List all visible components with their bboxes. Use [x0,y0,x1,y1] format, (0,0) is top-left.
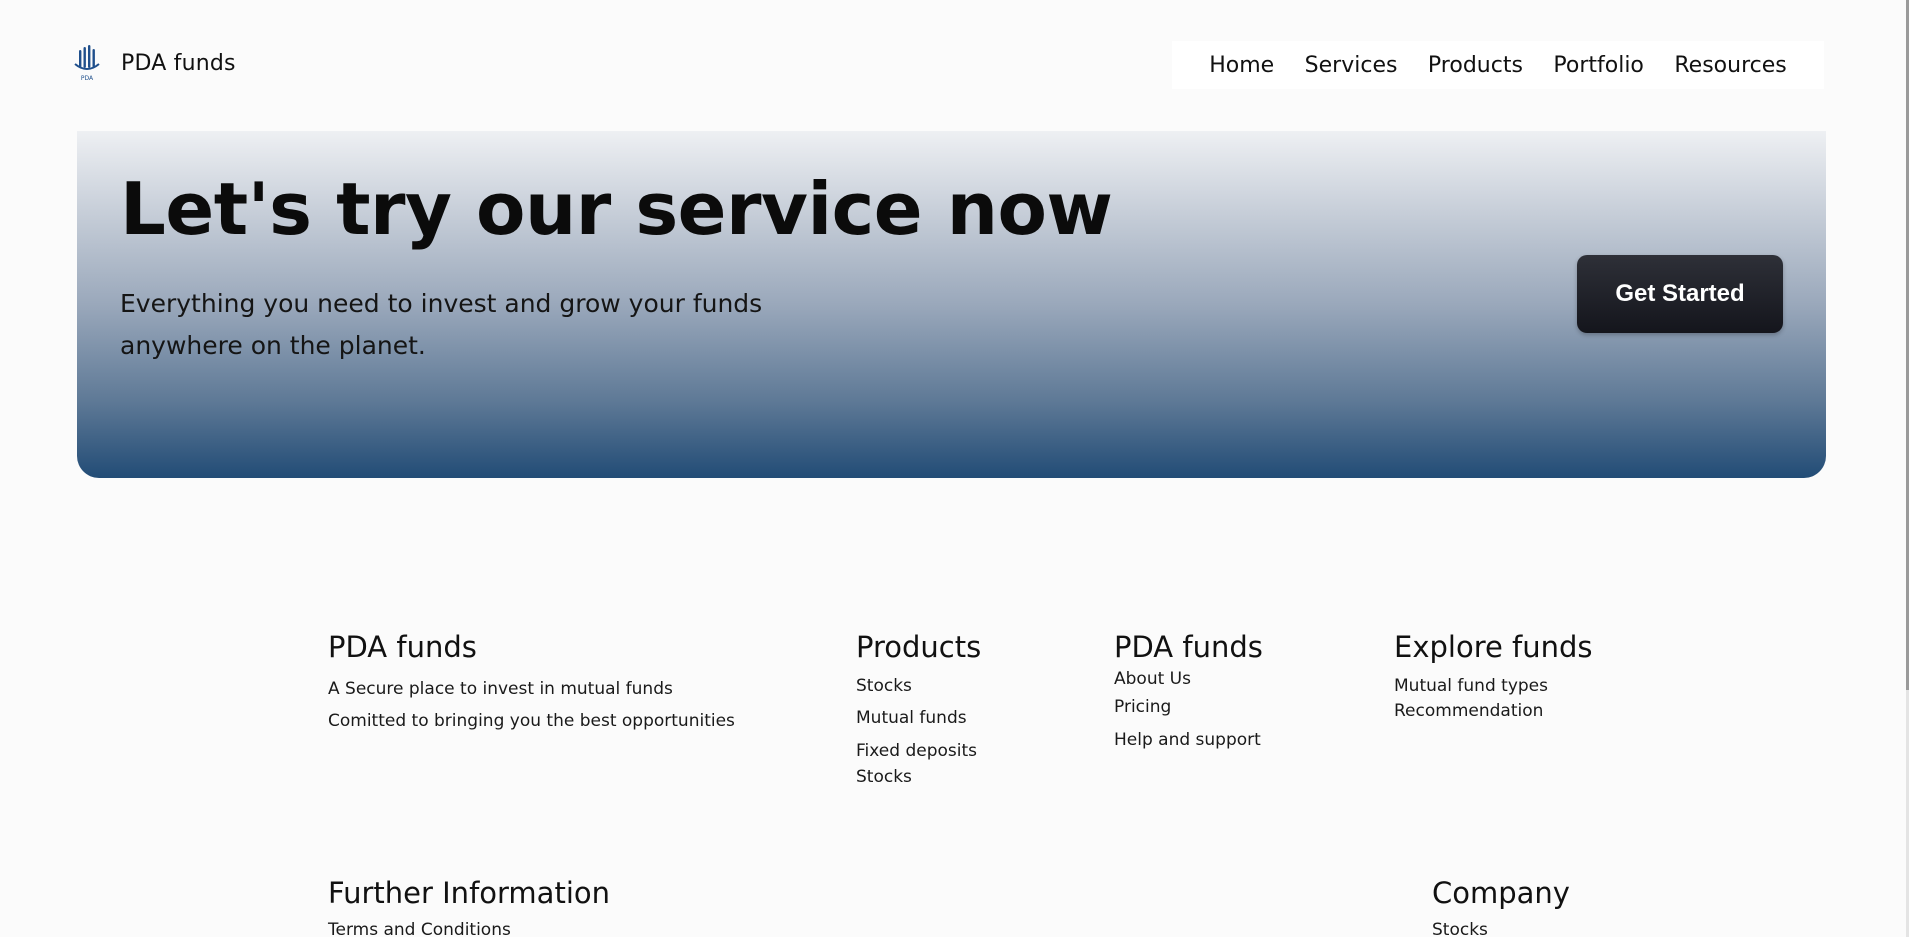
footer-products: Products Stocks Mutual funds Fixed depos… [856,630,982,787]
hero-subtitle-line2: anywhere on the planet. [120,331,426,360]
footer-link-stocks-2[interactable]: Stocks [856,767,912,787]
nav-home[interactable]: Home [1209,53,1274,78]
footer-link-mutual-funds[interactable]: Mutual funds [856,708,967,728]
footer-link-fixed-deposits[interactable]: Fixed deposits [856,741,977,761]
footer-explore: Explore funds Mutual fund types Recommen… [1394,630,1593,721]
hero-subtitle-line1: Everything you need to invest and grow y… [120,289,763,318]
brand[interactable]: PDA PDA funds [73,44,236,82]
footer-company-heading: Company [1432,876,1570,910]
footer-pda-links: PDA funds About Us Pricing Help and supp… [1114,630,1263,750]
footer-link-mutual-fund-types[interactable]: Mutual fund types [1394,676,1548,696]
footer-link-recommendation[interactable]: Recommendation [1394,701,1543,721]
page: PDA PDA funds Home Services Products Por… [0,0,1909,937]
brand-name: PDA funds [121,50,236,76]
nav-resources[interactable]: Resources [1674,53,1786,78]
top-nav: Home Services Products Portfolio Resourc… [1172,41,1824,89]
footer-explore-heading: Explore funds [1394,630,1593,664]
footer-further-info: Further Information Terms and Conditions [328,876,610,937]
footer-link-terms[interactable]: Terms and Conditions [328,920,511,937]
nav-services[interactable]: Services [1305,53,1398,78]
footer-link-help-support[interactable]: Help and support [1114,730,1261,750]
footer-link-stocks[interactable]: Stocks [856,676,912,696]
footer-about-line: A Secure place to invest in mutual funds [328,679,673,699]
footer-about-heading: PDA funds [328,630,477,664]
logo-icon: PDA [74,45,100,82]
footer-link-about-us[interactable]: About Us [1114,669,1191,689]
nav-products[interactable]: Products [1428,53,1523,78]
hero-banner: Let's try our service now Everything you… [77,131,1826,478]
footer-further-heading: Further Information [328,876,610,910]
footer-company: Company Stocks [1432,876,1570,937]
get-started-button[interactable]: Get Started [1577,255,1783,333]
hero-title: Let's try our service now [120,167,1113,251]
hero-subtitle: Everything you need to invest and grow y… [120,283,820,367]
nav-portfolio[interactable]: Portfolio [1553,53,1644,78]
footer-about-line: Comitted to bringing you the best opport… [328,711,735,731]
footer-products-heading: Products [856,630,982,664]
footer-link-pricing[interactable]: Pricing [1114,697,1171,717]
footer-link-company-stocks[interactable]: Stocks [1432,920,1488,937]
footer-pda-heading: PDA funds [1114,630,1263,664]
svg-text:PDA: PDA [81,75,94,82]
footer-about: PDA funds A Secure place to invest in mu… [328,630,735,731]
